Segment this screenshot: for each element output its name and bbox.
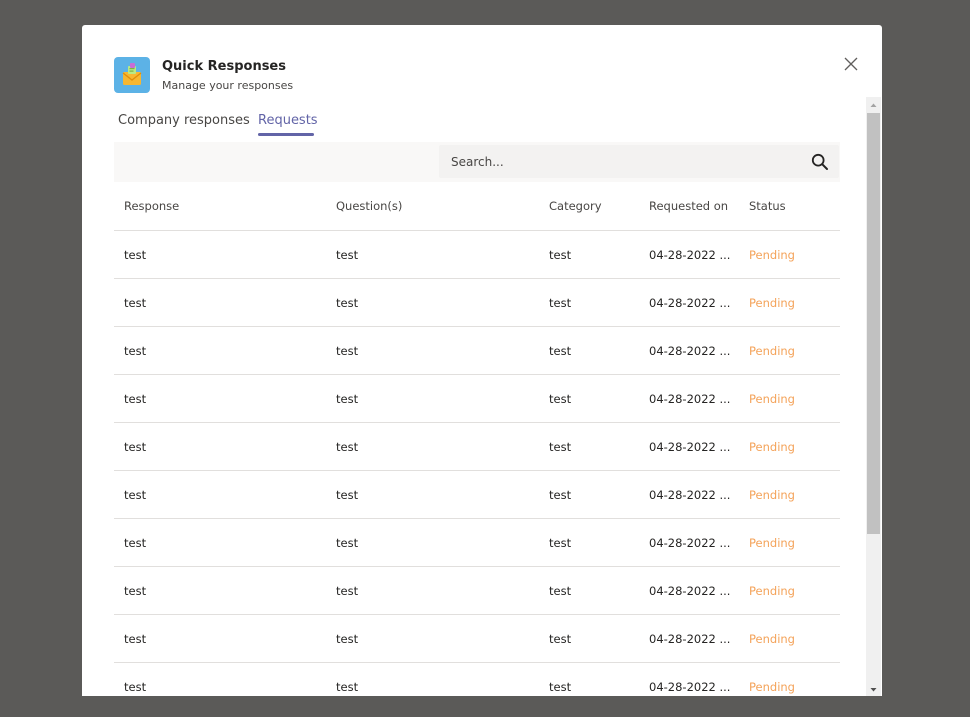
- requests-table: Response Question(s) Category Requested …: [114, 182, 840, 696]
- search-input[interactable]: [439, 145, 799, 178]
- table-header: Response Question(s) Category Requested …: [114, 182, 840, 231]
- table-row[interactable]: test test test 04-28-2022 ... Pending: [114, 663, 840, 696]
- header-requested-on[interactable]: Requested on: [649, 182, 739, 230]
- cell-requested-on: 04-28-2022 ...: [649, 344, 731, 358]
- cell-category: test: [549, 392, 572, 406]
- cell-response: test: [124, 392, 147, 406]
- status-badge: Pending: [749, 584, 795, 598]
- cell-category: test: [549, 248, 572, 262]
- cell-category: test: [549, 584, 572, 598]
- cell-category: test: [549, 680, 572, 694]
- dialog-title: Quick Responses: [162, 59, 286, 74]
- cell-category: test: [549, 536, 572, 550]
- cell-questions: test: [336, 440, 359, 454]
- cell-response: test: [124, 680, 147, 694]
- cell-response: test: [124, 584, 147, 598]
- cell-category: test: [549, 296, 572, 310]
- cell-requested-on: 04-28-2022 ...: [649, 680, 731, 694]
- header-status[interactable]: Status: [749, 182, 829, 230]
- cell-requested-on: 04-28-2022 ...: [649, 536, 731, 550]
- cell-questions: test: [336, 536, 359, 550]
- scroll-down-arrow[interactable]: [866, 682, 881, 696]
- cell-category: test: [549, 488, 572, 502]
- cell-questions: test: [336, 296, 359, 310]
- table-row[interactable]: test test test 04-28-2022 ... Pending: [114, 231, 840, 279]
- cell-questions: test: [336, 632, 359, 646]
- cell-requested-on: 04-28-2022 ...: [649, 440, 731, 454]
- caret-down-icon: [870, 688, 877, 692]
- cell-requested-on: 04-28-2022 ...: [649, 392, 731, 406]
- table-row[interactable]: test test test 04-28-2022 ... Pending: [114, 423, 840, 471]
- status-badge: Pending: [749, 632, 795, 646]
- cell-response: test: [124, 488, 147, 502]
- cell-questions: test: [336, 680, 359, 694]
- vertical-scrollbar[interactable]: [866, 97, 881, 696]
- table-row[interactable]: test test test 04-28-2022 ... Pending: [114, 567, 840, 615]
- cell-response: test: [124, 632, 147, 646]
- status-badge: Pending: [749, 248, 795, 262]
- cell-category: test: [549, 440, 572, 454]
- table-row[interactable]: test test test 04-28-2022 ... Pending: [114, 279, 840, 327]
- caret-up-icon: [870, 103, 877, 107]
- scroll-up-arrow[interactable]: [866, 97, 881, 111]
- cell-response: test: [124, 440, 147, 454]
- quick-responses-dialog: Quick Responses Manage your responses Co…: [82, 25, 882, 696]
- envelope-icon: [114, 57, 150, 93]
- close-button[interactable]: [840, 53, 862, 75]
- search-icon[interactable]: [811, 153, 829, 171]
- cell-response: test: [124, 344, 147, 358]
- header-questions[interactable]: Question(s): [336, 182, 536, 230]
- close-icon: [844, 57, 858, 71]
- cell-requested-on: 04-28-2022 ...: [649, 632, 731, 646]
- cell-response: test: [124, 248, 147, 262]
- header-category[interactable]: Category: [549, 182, 639, 230]
- status-badge: Pending: [749, 440, 795, 454]
- table-row[interactable]: test test test 04-28-2022 ... Pending: [114, 471, 840, 519]
- status-badge: Pending: [749, 392, 795, 406]
- dialog-subtitle: Manage your responses: [162, 79, 294, 92]
- cell-requested-on: 04-28-2022 ...: [649, 488, 731, 502]
- cell-requested-on: 04-28-2022 ...: [649, 296, 731, 310]
- cell-requested-on: 04-28-2022 ...: [649, 248, 731, 262]
- tab-company-responses[interactable]: Company responses: [118, 113, 250, 128]
- toolbar: [114, 142, 840, 182]
- header-response[interactable]: Response: [124, 182, 324, 230]
- table-row[interactable]: test test test 04-28-2022 ... Pending: [114, 327, 840, 375]
- cell-requested-on: 04-28-2022 ...: [649, 584, 731, 598]
- cell-questions: test: [336, 392, 359, 406]
- status-badge: Pending: [749, 680, 795, 694]
- status-badge: Pending: [749, 344, 795, 358]
- status-badge: Pending: [749, 488, 795, 502]
- tab-requests[interactable]: Requests: [258, 113, 318, 128]
- cell-category: test: [549, 344, 572, 358]
- cell-questions: test: [336, 248, 359, 262]
- cell-questions: test: [336, 344, 359, 358]
- status-badge: Pending: [749, 536, 795, 550]
- cell-response: test: [124, 536, 147, 550]
- scroll-thumb[interactable]: [867, 113, 880, 534]
- cell-questions: test: [336, 488, 359, 502]
- table-row[interactable]: test test test 04-28-2022 ... Pending: [114, 519, 840, 567]
- status-badge: Pending: [749, 296, 795, 310]
- cell-category: test: [549, 632, 572, 646]
- cell-response: test: [124, 296, 147, 310]
- search-box: [439, 145, 839, 178]
- active-tab-indicator: [258, 133, 314, 136]
- table-row[interactable]: test test test 04-28-2022 ... Pending: [114, 615, 840, 663]
- cell-questions: test: [336, 584, 359, 598]
- table-row[interactable]: test test test 04-28-2022 ... Pending: [114, 375, 840, 423]
